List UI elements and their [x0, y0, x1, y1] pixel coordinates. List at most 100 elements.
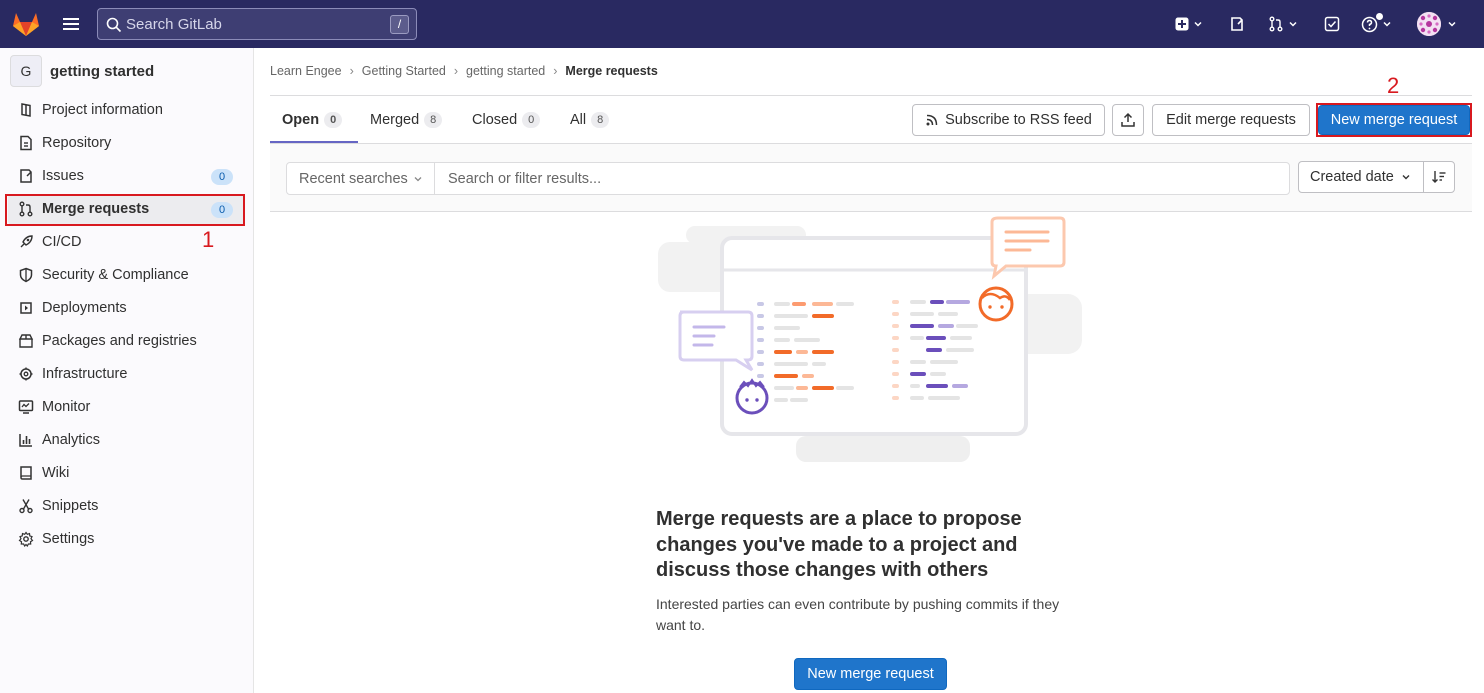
sidebar-item-label: Issues — [42, 168, 84, 184]
recent-searches-label: Recent searches — [299, 170, 408, 187]
tab-count: 0 — [522, 112, 541, 128]
sort-label: Created date — [1310, 169, 1394, 185]
empty-state-illustration — [656, 214, 1086, 466]
sidebar-item-label: Repository — [42, 135, 112, 151]
tab-label: All — [570, 112, 587, 128]
issues-nav-button[interactable] — [1229, 14, 1245, 34]
chevron-down-icon — [1289, 21, 1297, 27]
chevron-down-icon — [1448, 21, 1456, 27]
empty-state-description: Interested parties can even contribute b… — [656, 596, 1060, 633]
cloud-gear-icon — [19, 367, 33, 381]
project-avatar: G — [10, 55, 42, 87]
issues-icon — [1231, 17, 1243, 31]
tab-merged[interactable]: Merged 8 — [370, 96, 443, 144]
issues-count-badge: 0 — [211, 169, 233, 185]
breadcrumb-item[interactable]: Learn Engee — [270, 64, 342, 78]
chevron-right-icon: › — [553, 64, 558, 78]
highlight-box-new-mr — [1316, 103, 1472, 137]
sidebar-item-label: Project information — [42, 102, 163, 118]
search-icon — [106, 17, 122, 33]
recent-searches-dropdown[interactable]: Recent searches — [286, 162, 435, 195]
gear-icon — [18, 531, 34, 547]
project-sidebar: G getting started Project information Re… — [0, 48, 254, 693]
sidebar-item-issues[interactable]: Issues 0 — [8, 161, 244, 192]
empty-state-title: Merge requests are a place to propose ch… — [656, 508, 1022, 581]
breadcrumb: Learn Engee › Getting Started › getting … — [270, 64, 658, 78]
breadcrumb-item[interactable]: Getting Started — [362, 64, 446, 78]
sidebar-item-label: Analytics — [42, 432, 101, 448]
monitor-icon — [18, 400, 34, 414]
export-icon — [1121, 112, 1135, 127]
sidebar-item-packages-registries[interactable]: Packages and registries — [8, 326, 244, 357]
sidebar-item-security-compliance[interactable]: Security & Compliance — [8, 260, 244, 291]
sort-lowest-icon — [1432, 171, 1446, 183]
sidebar-item-snippets[interactable]: Snippets — [8, 491, 244, 522]
sidebar-item-deployments[interactable]: Deployments — [8, 293, 244, 324]
sidebar-item-monitor[interactable]: Monitor — [8, 392, 244, 423]
scissors-icon — [19, 499, 33, 514]
filter-search-input[interactable]: Search or filter results... — [434, 162, 1290, 195]
tab-label: Closed — [472, 112, 518, 128]
sidebar-item-label: Infrastructure — [42, 366, 128, 382]
sidebar-item-label: Deployments — [42, 300, 127, 316]
sidebar-item-label: Security & Compliance — [42, 267, 189, 283]
sidebar-item-repository[interactable]: Repository — [8, 128, 244, 159]
tab-count: 8 — [424, 112, 443, 128]
export-button[interactable] — [1112, 104, 1144, 136]
sidebar-item-project-information[interactable]: Project information — [8, 95, 244, 126]
chart-icon — [19, 434, 32, 447]
merge-requests-dropdown[interactable] — [1268, 14, 1298, 34]
highlight-box-merge-requests — [5, 194, 245, 226]
todo-nav-button[interactable] — [1324, 14, 1340, 34]
rocket-icon — [20, 235, 33, 248]
sidebar-item-label: CI/CD — [42, 234, 82, 250]
annotation-number-1: 1 — [202, 227, 215, 252]
chevron-right-icon: › — [453, 64, 459, 78]
project-header[interactable]: G getting started — [10, 55, 154, 87]
user-menu-chevron[interactable] — [1447, 14, 1457, 34]
search-placeholder: Search GitLab — [126, 16, 222, 33]
new-merge-request-button-empty[interactable]: New merge request — [794, 658, 947, 690]
chevron-down-icon — [1194, 21, 1202, 27]
notification-dot — [1376, 13, 1383, 20]
user-avatar[interactable] — [1417, 12, 1441, 36]
tab-label: Open — [282, 112, 320, 128]
sort-direction-button[interactable] — [1423, 161, 1455, 193]
tab-label: Merged — [370, 112, 420, 128]
top-navbar: Search GitLab / — [0, 0, 1484, 48]
search-shortcut-key: / — [390, 15, 409, 34]
create-new-dropdown[interactable] — [1175, 14, 1203, 34]
edit-label: Edit merge requests — [1166, 112, 1296, 128]
subscribe-rss-button[interactable]: Subscribe to RSS feed — [912, 104, 1105, 136]
breadcrumb-current[interactable]: Merge requests — [565, 64, 657, 78]
menu-icon[interactable] — [61, 15, 81, 33]
shield-icon — [19, 267, 33, 283]
search-input[interactable]: Search GitLab / — [97, 8, 417, 40]
tab-closed[interactable]: Closed 0 — [472, 96, 541, 144]
chevron-down-icon — [1383, 21, 1391, 27]
merge-request-icon — [1269, 16, 1283, 32]
sidebar-item-label: Monitor — [42, 399, 91, 415]
sidebar-item-infrastructure[interactable]: Infrastructure — [8, 359, 244, 390]
chevron-down-icon — [1402, 175, 1410, 180]
project-info-icon — [21, 103, 31, 117]
chevron-right-icon: › — [349, 64, 354, 78]
package-icon — [18, 334, 34, 348]
sidebar-item-settings[interactable]: Settings — [8, 524, 244, 555]
sidebar-item-wiki[interactable]: Wiki — [8, 458, 244, 489]
deployments-icon — [20, 302, 32, 314]
sort-dropdown[interactable]: Created date — [1298, 161, 1424, 193]
sidebar-item-analytics[interactable]: Analytics — [8, 425, 244, 456]
doc-code-icon — [20, 135, 32, 151]
edit-merge-requests-button[interactable]: Edit merge requests — [1152, 104, 1310, 136]
new-mr-label: New merge request — [807, 666, 934, 682]
gitlab-logo-icon[interactable] — [12, 11, 40, 37]
tab-count: 0 — [324, 112, 343, 128]
tab-open[interactable]: Open 0 — [282, 96, 343, 144]
sidebar-item-label: Settings — [42, 531, 95, 547]
issues-icon — [20, 169, 32, 183]
breadcrumb-item[interactable]: getting started — [466, 64, 545, 78]
plus-square-icon — [1175, 17, 1189, 31]
sidebar-item-label: Wiki — [42, 465, 70, 481]
tab-all[interactable]: All 8 — [570, 96, 610, 144]
